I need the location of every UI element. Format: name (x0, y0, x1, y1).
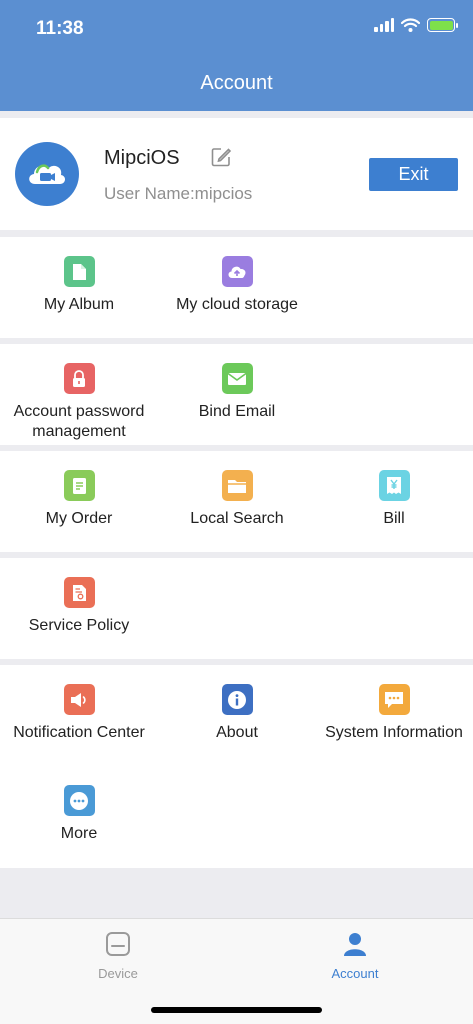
exit-button[interactable]: Exit (369, 158, 458, 191)
signal-icon (374, 18, 394, 32)
username: User Name:mipcios (104, 184, 253, 203)
menu-item-my-order[interactable]: My Order (0, 470, 158, 529)
lock-icon (63, 363, 95, 394)
person-icon (344, 933, 366, 956)
tab-label: Account (331, 966, 379, 981)
profile-card: MipciOS User Name:mipcios Exit (0, 118, 473, 230)
file-icon (63, 256, 95, 287)
menu-item-label: Notification Center (13, 724, 145, 741)
folder-icon (221, 470, 253, 501)
tab-label: Device (98, 966, 138, 981)
menu-item-label: Service Policy (28, 617, 130, 634)
policy-document-icon (63, 577, 95, 608)
cloud-upload-icon (221, 256, 253, 287)
menu-item-about[interactable]: About (158, 684, 316, 743)
menu-item-more[interactable]: More (0, 785, 158, 844)
menu-item-my-album[interactable]: My Album (0, 256, 158, 315)
menu-section-policy: Service Policy (0, 558, 473, 659)
speaker-icon (63, 684, 95, 715)
device-icon (106, 932, 130, 956)
menu-item-label: About (216, 724, 258, 741)
battery-icon (427, 18, 458, 32)
menu-item-account-password[interactable]: Account password management (0, 363, 158, 442)
menu-item-my-cloud-storage[interactable]: My cloud storage (158, 256, 316, 315)
more-dots-icon (63, 785, 95, 816)
menu-item-label: Bill (383, 510, 405, 527)
envelope-icon (221, 363, 253, 394)
menu-section-media: My Album My cloud storage (0, 237, 473, 338)
menu-item-system-information[interactable]: System Information (315, 684, 473, 743)
yen-receipt-icon (378, 470, 410, 501)
home-indicator (151, 1007, 322, 1013)
menu-item-label: More (60, 825, 98, 842)
nickname: MipciOS (104, 147, 180, 169)
tab-device[interactable]: Device (58, 931, 178, 981)
menu-section-orders: My Order Local Search Bill (0, 451, 473, 552)
status-icons (374, 18, 458, 32)
menu-item-label: My cloud storage (176, 296, 298, 313)
menu-section-system: Notification Center About System Informa… (0, 665, 473, 868)
page-title: Account (200, 72, 273, 94)
status-time: 11:38 (36, 18, 84, 39)
tab-account[interactable]: Account (295, 931, 415, 981)
menu-item-label: My Order (45, 510, 113, 527)
order-list-icon (63, 470, 95, 501)
edit-icon[interactable] (209, 145, 233, 169)
menu-item-label: Bind Email (198, 403, 276, 420)
info-icon (221, 684, 253, 715)
menu-item-label: Local Search (190, 510, 284, 527)
menu-item-bill[interactable]: Bill (315, 470, 473, 529)
menu-item-local-search[interactable]: Local Search (158, 470, 316, 529)
avatar[interactable] (15, 142, 79, 206)
menu-item-label: System Information (325, 724, 463, 741)
cloud-camera-icon (29, 164, 66, 184)
menu-item-label: Account password management (13, 403, 145, 440)
message-icon (378, 684, 410, 715)
wifi-icon (401, 18, 420, 32)
header: 11:38 Account (0, 0, 473, 111)
menu-item-notification-center[interactable]: Notification Center (0, 684, 158, 743)
menu-section-security: Account password management Bind Email (0, 344, 473, 445)
menu-item-service-policy[interactable]: Service Policy (0, 577, 158, 636)
menu-item-label: My Album (43, 296, 115, 313)
menu-item-bind-email[interactable]: Bind Email (158, 363, 316, 422)
